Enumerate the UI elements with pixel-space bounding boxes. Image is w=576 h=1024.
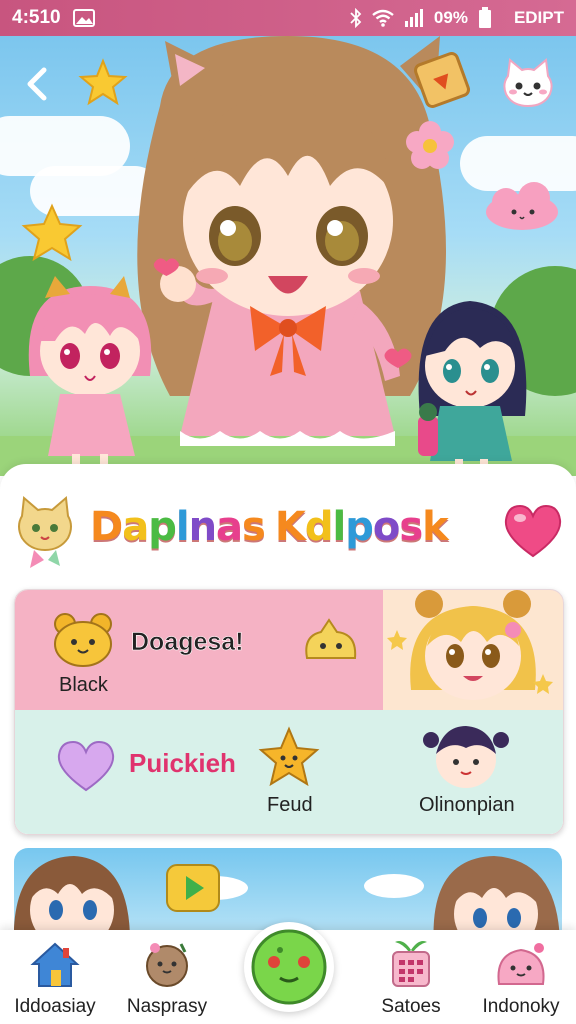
nav-item-home[interactable]: Iddoasiay	[0, 936, 110, 1024]
menu-caption-olinonpian: Olinonpian	[419, 794, 515, 816]
menu-sub-feud: Feud	[267, 794, 313, 816]
nav-label-slime: Indonoky	[482, 996, 560, 1017]
blonde-bear-girl-portrait	[383, 590, 563, 710]
favorite-star-button[interactable]	[78, 58, 128, 108]
home-icon	[30, 942, 80, 987]
smiling-star-icon	[258, 726, 320, 787]
status-time: 4:510	[12, 7, 61, 28]
nav-label-home: Iddoasiay	[14, 996, 96, 1017]
menu-label-doagesa: Doagesa!	[131, 628, 244, 657]
cat-face-button[interactable]	[500, 58, 556, 110]
menu-label-puickieh: Puickieh	[129, 748, 236, 778]
pink-slime-icon	[497, 943, 545, 985]
nav-label-cookie: Nasprasy	[126, 996, 208, 1017]
nav-item-slime[interactable]: Indonoky	[466, 936, 576, 1024]
green-slime-icon	[251, 929, 327, 1005]
bluetooth-icon	[350, 8, 362, 28]
battery-icon	[478, 7, 491, 28]
back-button[interactable]	[16, 62, 60, 106]
chevron-left-icon	[27, 67, 47, 101]
app-title: Daplnas Kdlposk	[89, 503, 449, 551]
image-icon	[72, 9, 95, 27]
signal-icon	[404, 9, 423, 27]
jelly-icon	[305, 618, 357, 659]
carrier-name: EDIPT	[513, 8, 564, 27]
cat-face-icon	[503, 58, 553, 108]
nav-label-calendar: Satoes	[381, 996, 441, 1017]
hero-illustration	[0, 36, 576, 476]
nav-item-cookie[interactable]: Nasprasy	[112, 936, 222, 1024]
menu-row-doagesa[interactable]: Doagesa! Black	[15, 590, 563, 710]
menu-row-puickieh[interactable]: Puickieh Feud Olinonpian	[15, 710, 563, 834]
menu-sub-black: Black	[59, 674, 108, 696]
status-bar: 4:510 09% EDIPT	[0, 0, 576, 36]
center-action-button[interactable]	[244, 922, 334, 1012]
nav-item-calendar[interactable]: Satoes	[356, 936, 466, 1024]
star-icon	[78, 58, 128, 106]
menu-card: Doagesa! Black Puickieh Feud Olinonpian	[14, 589, 564, 835]
heart-icon[interactable]	[502, 502, 564, 560]
calendar-icon	[392, 941, 430, 987]
mascot-cat-icon	[18, 496, 72, 568]
wifi-icon	[372, 9, 394, 27]
title-row: Daplnas Kdlposk	[0, 494, 576, 574]
play-icon[interactable]	[164, 862, 222, 914]
pigtail-girl-icon	[423, 726, 509, 788]
bear-icon	[54, 613, 112, 667]
battery-percent: 09%	[433, 8, 468, 27]
lavender-heart-icon	[57, 740, 115, 792]
cookie-icon	[146, 943, 188, 987]
